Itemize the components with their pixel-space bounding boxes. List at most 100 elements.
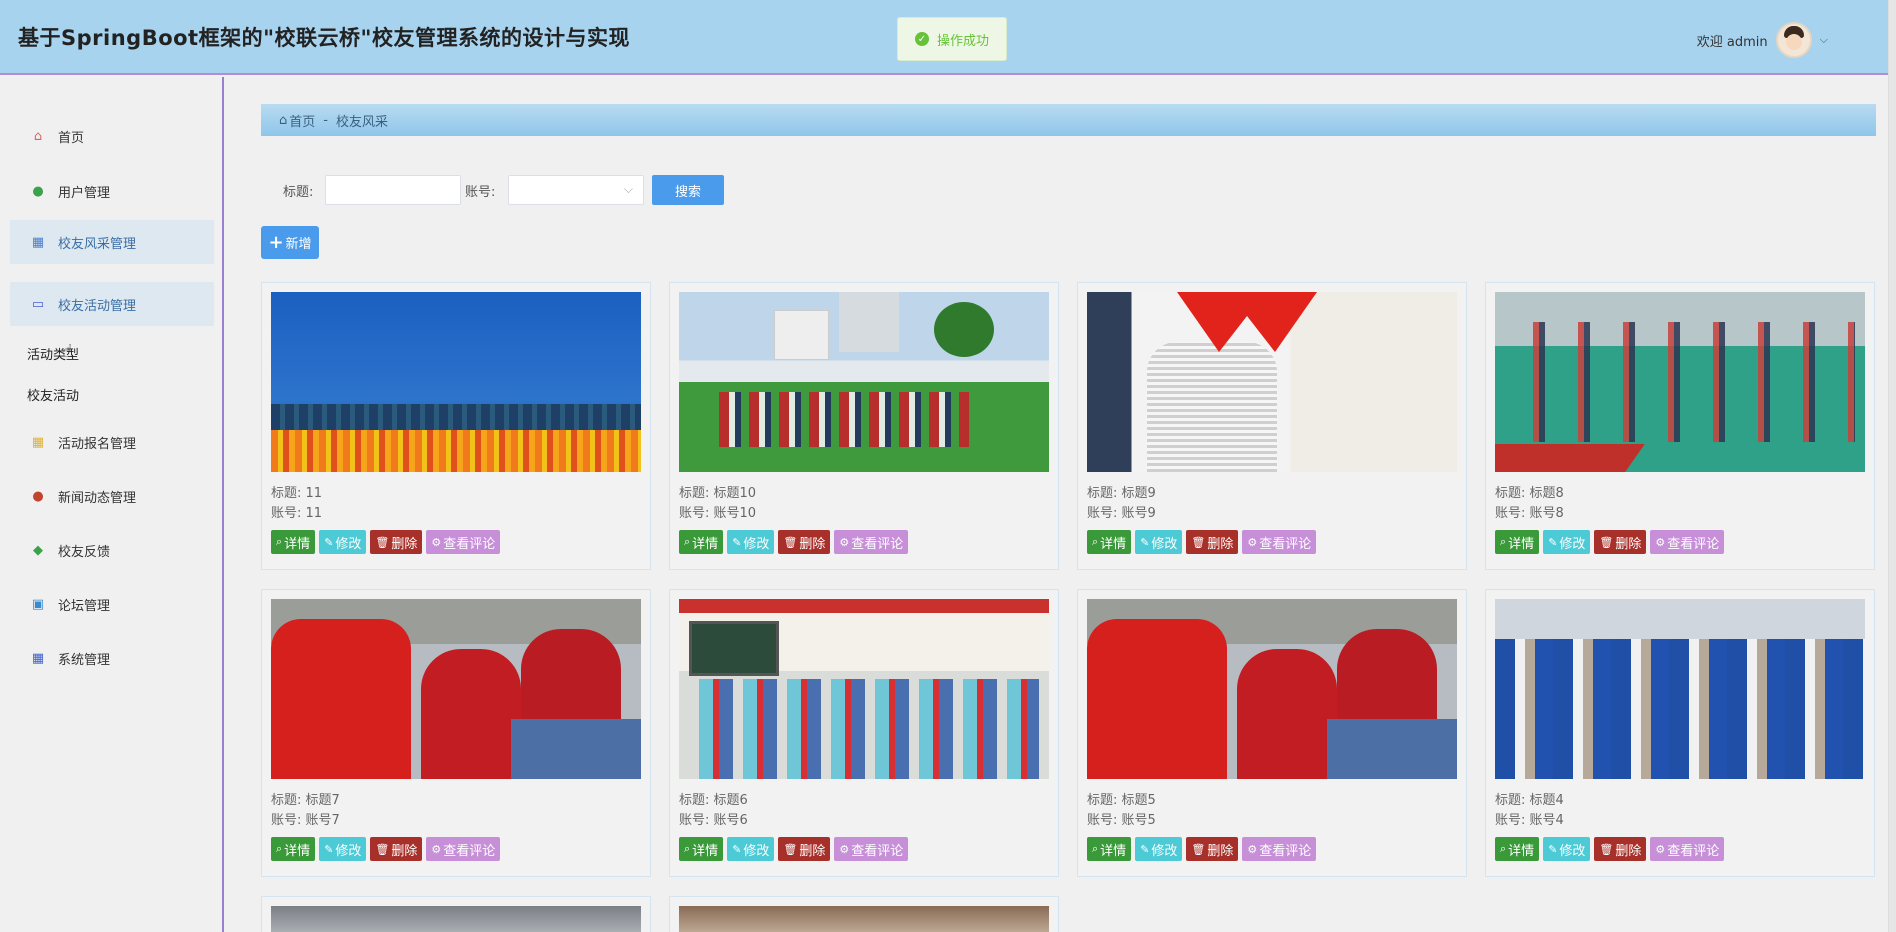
sidebar-item-label: 校友风采管理	[58, 236, 137, 252]
view-comments-button[interactable]: ⚙ 查看评论	[1242, 530, 1317, 554]
app-title: 基于SpringBoot框架的"校联云桥"校友管理系统的设计与实现	[18, 26, 630, 50]
pencil-icon: ✎	[732, 842, 742, 856]
card-account: 账号: 账号9	[1087, 506, 1156, 521]
students-crowd-photo	[1495, 599, 1865, 779]
card-account: 账号: 账号4	[1495, 813, 1564, 828]
search-icon: ⌕	[276, 842, 283, 855]
feedback-icon: ◆	[33, 542, 43, 558]
gallery-card: 标题: 标题6 账号: 账号6 ⌕ 详情 ✎ 修改 🗑 删除 ⚙ 查看评论	[669, 589, 1059, 877]
gear-icon: ⚙	[431, 842, 442, 856]
gallery-card: 标题: 标题5 账号: 账号5 ⌕ 详情 ✎ 修改 🗑 删除 ⚙ 查看评论	[1077, 589, 1467, 877]
search-icon: ⌕	[684, 842, 691, 855]
card-title: 标题: 标题10	[679, 486, 757, 501]
grid-icon: ▦	[31, 234, 45, 250]
edit-button[interactable]: ✎ 修改	[1543, 530, 1591, 554]
view-comments-button[interactable]: ⚙ 查看评论	[426, 530, 501, 554]
detail-button[interactable]: ⌕ 详情	[679, 837, 724, 861]
detail-button[interactable]: ⌕ 详情	[1495, 837, 1540, 861]
circle-icon: ●	[32, 488, 44, 504]
title-label: 标题:	[283, 185, 314, 200]
sidebar-item-forum[interactable]: ▣ 论坛管理	[10, 582, 214, 626]
search-icon: ⌕	[1092, 842, 1099, 855]
delete-button[interactable]: 🗑 删除	[370, 837, 423, 861]
pencil-icon: ✎	[732, 535, 742, 549]
delete-button[interactable]: 🗑 删除	[370, 530, 423, 554]
home-icon[interactable]: ⌂	[279, 113, 287, 128]
search-icon: ⌕	[1500, 842, 1507, 855]
view-comments-button[interactable]: ⚙ 查看评论	[426, 837, 501, 861]
kids-red-scarf-photo	[1087, 292, 1457, 472]
user-menu[interactable]: 欢迎 admin ⌵	[1697, 22, 1828, 58]
chevron-down-icon[interactable]: ⌵	[1820, 33, 1828, 47]
sidebar-item-feedback[interactable]: ◆ 校友反馈	[10, 528, 214, 572]
card-account: 账号: 账号7	[271, 813, 340, 828]
sidebar-item-registration[interactable]: ▦ 活动报名管理	[10, 420, 214, 464]
breadcrumb: ⌂ 首页 - 校友风采	[261, 104, 1876, 136]
gallery-card: 标题: 标题10 账号: 账号10 ⌕ 详情 ✎ 修改 🗑 删除 ⚙ 查看评论	[669, 282, 1059, 570]
view-comments-button[interactable]: ⚙ 查看评论	[1650, 837, 1725, 861]
breadcrumb-home[interactable]: 首页	[289, 111, 315, 130]
edit-button[interactable]: ✎ 修改	[1543, 837, 1591, 861]
pencil-icon: ✎	[324, 842, 334, 856]
trash-icon: 🗑	[1191, 842, 1206, 856]
detail-button[interactable]: ⌕ 详情	[1087, 837, 1132, 861]
card-title: 标题: 标题8	[1495, 486, 1564, 501]
edit-button[interactable]: ✎ 修改	[1135, 837, 1183, 861]
view-comments-button[interactable]: ⚙ 查看评论	[834, 530, 909, 554]
detail-button[interactable]: ⌕ 详情	[679, 530, 724, 554]
delete-button[interactable]: 🗑 删除	[778, 837, 831, 861]
delete-button[interactable]: 🗑 删除	[1186, 837, 1239, 861]
gear-icon: ⚙	[839, 842, 850, 856]
gallery-card	[669, 896, 1059, 932]
sidebar-item-label: 校友反馈	[58, 544, 111, 560]
view-comments-button[interactable]: ⚙ 查看评论	[1650, 530, 1725, 554]
title-search-input[interactable]	[325, 175, 461, 205]
edit-button[interactable]: ✎ 修改	[319, 530, 367, 554]
sidebar-subitem-alumni-activity[interactable]: 校友活动	[27, 385, 79, 404]
detail-button[interactable]: ⌕ 详情	[271, 530, 316, 554]
gear-icon: ⚙	[1247, 535, 1258, 549]
pencil-icon: ✎	[1548, 535, 1558, 549]
delete-button[interactable]: 🗑 删除	[1594, 530, 1647, 554]
check-icon: ✓	[914, 32, 929, 46]
toast-text: 操作成功	[936, 33, 989, 49]
gear-icon: ⚙	[1655, 842, 1666, 856]
card-title: 标题: 标题5	[1087, 793, 1156, 808]
edit-button[interactable]: ✎ 修改	[727, 837, 775, 861]
basketball-court-photo	[1495, 292, 1865, 472]
edit-button[interactable]: ✎ 修改	[727, 530, 775, 554]
account-label: 账号:	[465, 185, 496, 200]
hand-cursor-icon: ☝	[62, 341, 73, 362]
classroom-volunteer-photo	[271, 599, 641, 779]
sidebar-item-alumni-activity[interactable]: ▭ 校友活动管理	[10, 282, 214, 326]
sidebar-item-users[interactable]: ● 用户管理	[10, 169, 214, 213]
edit-button[interactable]: ✎ 修改	[319, 837, 367, 861]
trash-icon: 🗑	[783, 535, 798, 549]
view-comments-button[interactable]: ⚙ 查看评论	[834, 837, 909, 861]
gallery-card: 标题: 标题7 账号: 账号7 ⌕ 详情 ✎ 修改 🗑 删除 ⚙ 查看评论	[261, 589, 651, 877]
home-icon: ⌂	[33, 128, 43, 144]
sidebar-item-label: 首页	[58, 130, 85, 146]
gear-icon: ⚙	[839, 535, 850, 549]
delete-button[interactable]: 🗑 删除	[1186, 530, 1239, 554]
delete-button[interactable]: 🗑 删除	[1594, 837, 1647, 861]
account-select[interactable]: ⌵	[508, 175, 644, 205]
scrollbar[interactable]	[1888, 0, 1896, 932]
sidebar-item-system[interactable]: ▦ 系统管理	[10, 636, 214, 680]
card-account: 账号: 11	[271, 506, 323, 521]
detail-button[interactable]: ⌕ 详情	[1087, 530, 1132, 554]
add-button[interactable]: + 新增	[261, 226, 319, 259]
detail-button[interactable]: ⌕ 详情	[1495, 530, 1540, 554]
sidebar-item-label: 论坛管理	[58, 598, 111, 614]
sidebar-item-news[interactable]: ● 新闻动态管理	[10, 474, 214, 518]
detail-button[interactable]: ⌕ 详情	[271, 837, 316, 861]
search-button[interactable]: 搜索	[652, 175, 724, 205]
sidebar-item-label: 校友活动管理	[58, 298, 137, 314]
avatar[interactable]	[1775, 22, 1812, 58]
edit-button[interactable]: ✎ 修改	[1135, 530, 1183, 554]
sidebar-item-alumni-style[interactable]: ▦ 校友风采管理	[10, 220, 214, 264]
delete-button[interactable]: 🗑 删除	[778, 530, 831, 554]
gallery-card: 标题: 标题4 账号: 账号4 ⌕ 详情 ✎ 修改 🗑 删除 ⚙ 查看评论	[1485, 589, 1875, 877]
view-comments-button[interactable]: ⚙ 查看评论	[1242, 837, 1317, 861]
sidebar-item-home[interactable]: ⌂ 首页	[10, 114, 214, 158]
